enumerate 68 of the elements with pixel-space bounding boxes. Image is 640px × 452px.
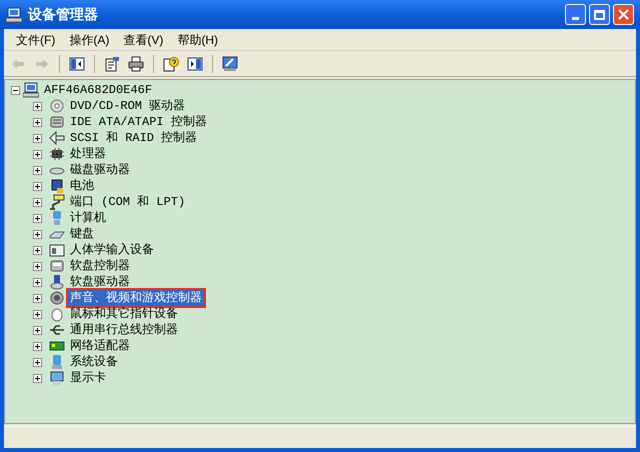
expand-icon[interactable]	[33, 326, 42, 334]
computer-icon	[23, 82, 39, 98]
expand-icon[interactable]	[33, 294, 42, 302]
expand-icon[interactable]	[33, 118, 42, 126]
properties-icon[interactable]	[104, 56, 120, 72]
menu-item[interactable]: 查看(V)	[117, 30, 170, 48]
expand-icon[interactable]	[33, 262, 42, 270]
help-icon[interactable]	[163, 56, 179, 72]
device-icon	[49, 274, 65, 290]
device-icon	[49, 290, 65, 306]
device-icon	[49, 178, 65, 194]
menu-item[interactable]: 操作(A)	[63, 30, 116, 48]
device-icon	[49, 194, 65, 210]
expand-icon[interactable]	[33, 166, 42, 174]
panel-toggle-icon[interactable]	[187, 56, 203, 72]
device-icon	[49, 258, 65, 274]
tree-item[interactable]: 键盘	[68, 226, 96, 242]
device-icon	[49, 146, 65, 162]
close-button[interactable]	[613, 4, 634, 25]
monitor-scan-icon[interactable]	[222, 56, 238, 72]
expand-icon[interactable]	[33, 246, 42, 254]
tree-item[interactable]: 系统设备	[68, 354, 120, 370]
device-icon	[49, 306, 65, 322]
menu-item[interactable]: 帮助(H)	[171, 30, 224, 48]
expand-icon[interactable]	[33, 134, 42, 142]
tree-item[interactable]: 鼠标和其它指针设备	[68, 306, 180, 322]
tree-item[interactable]: 软盘驱动器	[68, 274, 132, 290]
menu-item[interactable]: 文件(F)	[10, 30, 62, 48]
printer-icon[interactable]	[128, 56, 144, 72]
expand-icon[interactable]	[33, 150, 42, 158]
tree-item[interactable]: 计算机	[68, 210, 108, 226]
device-icon	[49, 354, 65, 370]
close-icon	[618, 9, 629, 20]
computer-icon	[6, 6, 22, 22]
expand-icon[interactable]	[33, 342, 42, 350]
tree-item[interactable]: DVD/CD-ROM 驱动器	[68, 98, 188, 114]
device-icon	[49, 98, 65, 114]
device-icon	[49, 370, 65, 386]
expand-icon[interactable]	[33, 102, 42, 110]
tree-item[interactable]: IDE ATA/ATAPI 控制器	[68, 114, 209, 130]
expand-icon[interactable]	[33, 198, 42, 206]
maximize-button[interactable]	[589, 4, 610, 25]
tree-item[interactable]: SCSI 和 RAID 控制器	[68, 130, 200, 146]
tree-item[interactable]: 声音、视频和游戏控制器	[68, 290, 204, 306]
tree-item[interactable]: 端口 (COM 和 LPT)	[68, 194, 188, 210]
device-icon	[49, 242, 65, 258]
expand-icon[interactable]	[33, 278, 42, 286]
tree-item[interactable]: 软盘控制器	[68, 258, 132, 274]
expand-icon[interactable]	[33, 214, 42, 222]
tree-item[interactable]: 显示卡	[68, 370, 108, 386]
expand-icon[interactable]	[33, 374, 42, 382]
tree-item[interactable]: 网络适配器	[68, 338, 132, 354]
expand-icon[interactable]	[33, 310, 42, 318]
minimize-button[interactable]	[565, 4, 586, 25]
panel-toggle-icon[interactable]	[69, 56, 85, 72]
device-icon	[49, 130, 65, 146]
tree-item[interactable]: 电池	[68, 178, 96, 194]
expand-icon[interactable]	[33, 358, 42, 366]
tree-item[interactable]: 磁盘驱动器	[68, 162, 132, 178]
tree-item[interactable]: 通用串行总线控制器	[68, 322, 180, 338]
tree-item[interactable]: AFF46A682D0E46F	[42, 82, 154, 98]
collapse-icon[interactable]	[11, 86, 20, 94]
expand-icon[interactable]	[33, 182, 42, 190]
tree-item[interactable]: 处理器	[68, 146, 108, 162]
tree-item[interactable]: 人体学输入设备	[68, 242, 156, 258]
window-title: 设备管理器	[28, 5, 99, 24]
device-icon	[49, 114, 65, 130]
expand-icon[interactable]	[33, 230, 42, 238]
